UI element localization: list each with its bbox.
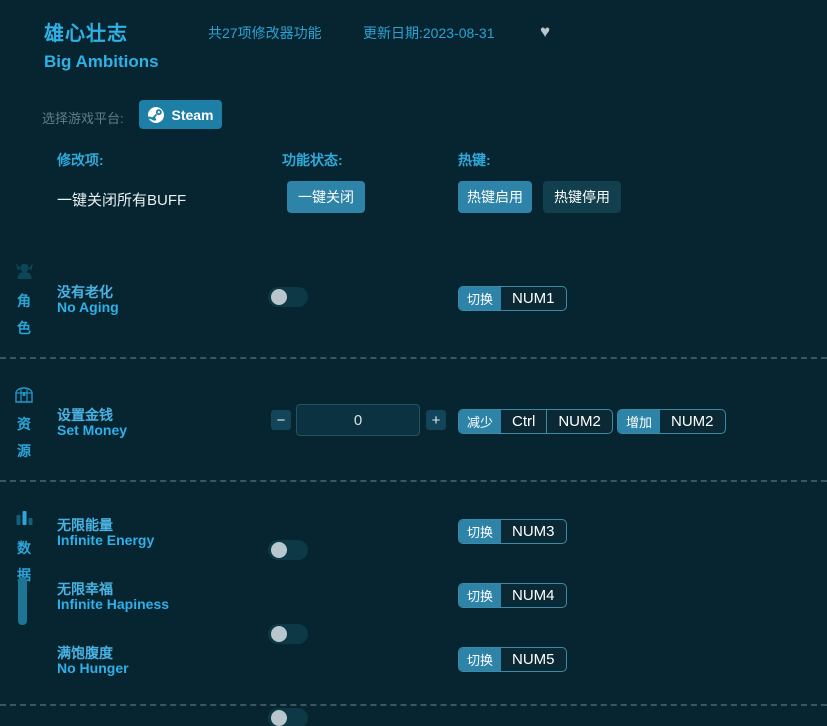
money-increment-button[interactable]: + [426,410,446,430]
bottom-separator [0,704,827,706]
money-value-input[interactable] [296,404,420,436]
sidebar-section-character[interactable]: 角色 [16,288,32,341]
toggle-knob [271,626,287,642]
game-title-cn: 雄心壮志 [44,17,128,46]
steam-button-label: Steam [171,107,213,123]
platform-steam-button[interactable]: Steam [139,100,222,129]
chip-key: NUM5 [501,648,566,671]
feature-name-en: Infinite Hapiness [57,596,169,612]
update-date: 更新日期:2023-08-31 [363,23,495,43]
chip-action-label: 切换 [459,520,501,543]
toggle-knob [271,542,287,558]
hotkey-chip-num5[interactable]: 切换 NUM5 [458,647,567,672]
feature-name-en: Set Money [57,422,127,438]
chip-key: NUM1 [501,287,566,310]
section-scrollbar[interactable] [18,577,27,625]
close-all-buff-label: 一键关闭所有BUFF [57,189,186,210]
chip-key: NUM4 [501,584,566,607]
no-hunger-toggle[interactable] [268,708,308,726]
close-all-button[interactable]: 一键关闭 [287,181,365,213]
chip-action-label: 切换 [459,648,501,671]
chip-action-label: 切换 [459,584,501,607]
feature-name-en: No Aging [57,299,119,315]
hotkey-chip-increase[interactable]: 增加 NUM2 [617,409,726,434]
feature-count: 共27项修改器功能 [208,23,322,43]
hotkey-chip-num4[interactable]: 切换 NUM4 [458,583,567,608]
hotkey-disable-button[interactable]: 热键停用 [543,181,621,213]
infinite-happiness-toggle[interactable] [268,624,308,644]
platform-label: 选择游戏平台: [42,108,124,127]
chip-key: NUM2 [660,410,725,433]
column-modifier: 修改项: [57,150,104,170]
chip-action-label: 增加 [618,410,660,433]
hotkey-chip-decrease[interactable]: 减少 Ctrl NUM2 [458,409,613,434]
feature-name-en: Infinite Energy [57,532,154,548]
chip-key: NUM2 [546,410,612,433]
chip-key: Ctrl [501,410,546,433]
character-bust-icon [14,261,35,287]
steam-icon [147,106,165,124]
no-aging-toggle[interactable] [268,287,308,307]
chip-action-label: 减少 [459,410,501,433]
data-bar-chart-icon [15,509,34,533]
toggle-knob [271,289,287,305]
resource-chest-icon [13,385,35,410]
chip-action-label: 切换 [459,287,501,310]
hotkey-chip-num1[interactable]: 切换 NUM1 [458,286,567,311]
chip-key: NUM3 [501,520,566,543]
feature-name-en: No Hunger [57,660,129,676]
column-status: 功能状态: [282,150,343,170]
favorite-heart-icon[interactable]: ♥ [540,23,550,40]
toggle-knob [271,710,287,726]
infinite-energy-toggle[interactable] [268,540,308,560]
section-separator [0,480,827,482]
game-title-en: Big Ambitions [44,52,159,72]
column-hotkey: 热键: [458,150,491,170]
section-separator [0,357,827,359]
money-decrement-button[interactable]: − [271,410,291,430]
trainer-window: 雄心壮志 共27项修改器功能 更新日期:2023-08-31 ♥ Big Amb… [0,0,827,726]
hotkey-enable-button[interactable]: 热键启用 [458,181,532,213]
sidebar-section-resource[interactable]: 资源 [16,411,32,464]
hotkey-chip-num3[interactable]: 切换 NUM3 [458,519,567,544]
